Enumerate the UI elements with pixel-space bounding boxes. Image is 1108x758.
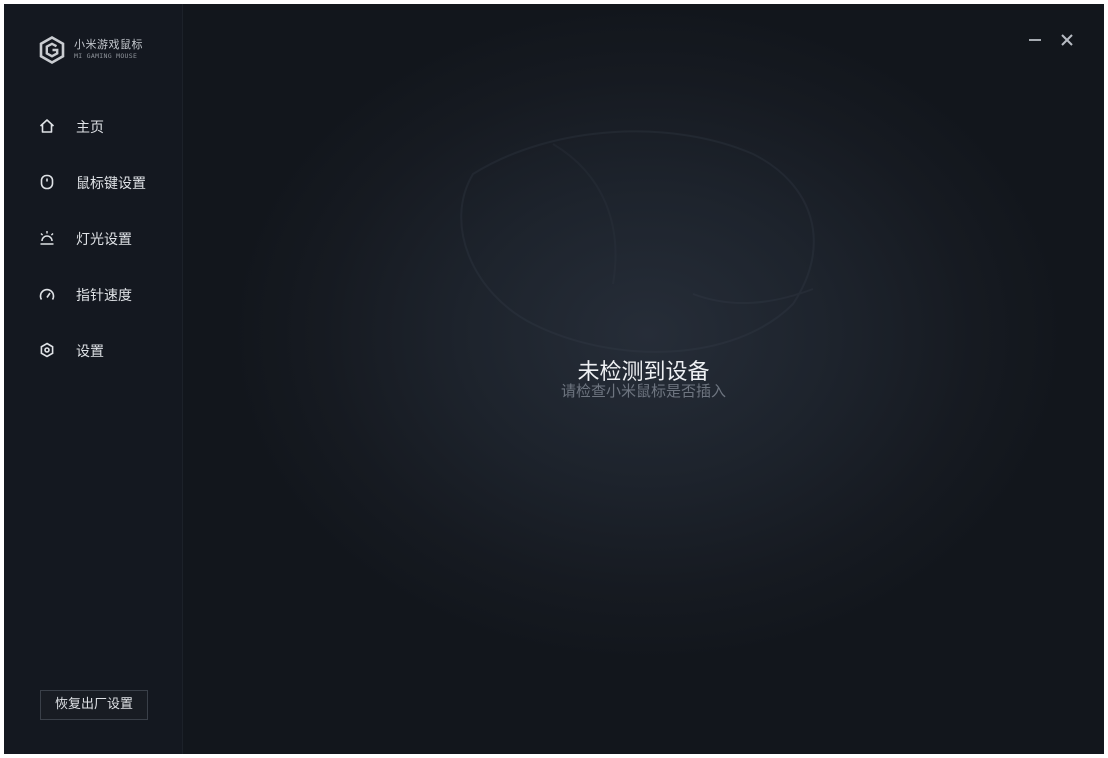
sidebar-item-pointer-speed[interactable]: 指针速度 bbox=[38, 281, 178, 307]
app-window: 小米游戏鼠标 MI GAMING MOUSE 主页 鼠标键设置 灯光设置 指针速… bbox=[4, 4, 1104, 754]
sidebar-item-label: 鼠标键设置 bbox=[76, 176, 146, 192]
no-device-subtitle: 请检查小米鼠标是否插入 bbox=[560, 382, 726, 400]
sidebar-item-mouse-buttons[interactable]: 鼠标键设置 bbox=[38, 169, 178, 195]
app-name-cn: 小米游戏鼠标 bbox=[74, 38, 143, 51]
sidebar-item-settings[interactable]: 设置 bbox=[38, 337, 178, 363]
minimize-icon[interactable] bbox=[1027, 32, 1043, 48]
mouse-icon bbox=[40, 174, 54, 190]
sidebar-item-lighting[interactable]: 灯光设置 bbox=[38, 225, 178, 251]
app-name-en: MI GAMING MOUSE bbox=[74, 52, 138, 60]
sidebar-item-label: 主页 bbox=[76, 120, 104, 136]
main-content: 未检测到设备 请检查小米鼠标是否插入 bbox=[183, 4, 1104, 754]
settings-icon bbox=[40, 342, 54, 358]
factory-reset-button[interactable]: 恢复出厂设置 bbox=[40, 690, 148, 720]
sidebar-item-label: 灯光设置 bbox=[76, 232, 132, 248]
sidebar-item-label: 指针速度 bbox=[76, 288, 132, 304]
home-icon bbox=[39, 119, 55, 133]
hexagon-g-logo bbox=[39, 36, 65, 64]
sidebar-item-label: 设置 bbox=[76, 344, 104, 360]
sidebar-item-home[interactable]: 主页 bbox=[38, 113, 178, 139]
speed-gauge-icon bbox=[39, 288, 55, 300]
sidebar: 小米游戏鼠标 MI GAMING MOUSE 主页 鼠标键设置 灯光设置 指针速… bbox=[4, 4, 183, 754]
mouse-silhouette-background bbox=[460, 130, 815, 353]
light-icon bbox=[40, 231, 54, 245]
close-icon[interactable] bbox=[1059, 32, 1075, 48]
